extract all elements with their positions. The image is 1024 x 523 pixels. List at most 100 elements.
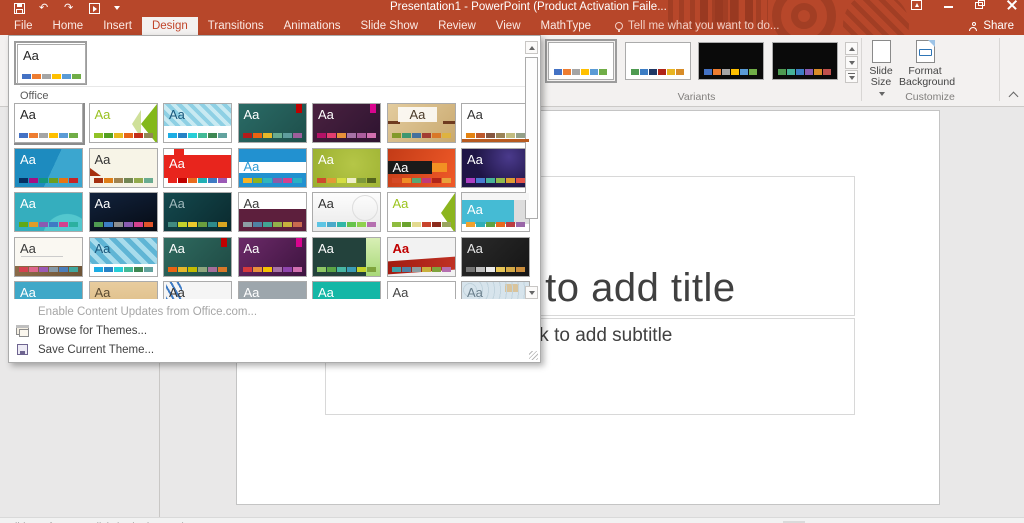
swatch-row <box>19 222 78 227</box>
tab-insert[interactable]: Insert <box>93 17 142 35</box>
share-button[interactable]: Share <box>969 17 1014 35</box>
tab-view[interactable]: View <box>486 17 531 35</box>
theme-row5-pattern[interactable]: Aa <box>461 281 530 299</box>
start-slideshow-icon[interactable] <box>89 2 100 14</box>
variant-thumbnail-1[interactable] <box>545 39 617 83</box>
tab-transitions[interactable]: Transitions <box>198 17 274 35</box>
swatch <box>431 266 441 272</box>
theme-main-event[interactable]: Aa <box>163 147 232 188</box>
theme-aa-glyph: Aa <box>94 107 111 122</box>
variants-more-icon[interactable] <box>845 70 858 83</box>
group-divider <box>999 38 1000 101</box>
theme-quotable[interactable]: Aa <box>14 192 83 232</box>
customize-qat-icon[interactable] <box>114 6 120 10</box>
menu-label: Enable Content Updates from Office.com..… <box>38 305 258 318</box>
gallery-scroll-up-icon[interactable] <box>525 41 538 54</box>
theme-ion-boardroom-variant[interactable]: Aa <box>237 236 307 277</box>
theme-retrospect[interactable]: Aa <box>461 103 530 143</box>
resize-grip[interactable] <box>529 351 538 360</box>
swatch <box>69 266 78 272</box>
title-bar: ↶ ↷ Presentation1 - PowerPoint (Product … <box>0 0 1024 35</box>
theme-slice[interactable]: Aa <box>14 147 83 188</box>
format-background-button[interactable]: Format Background <box>899 38 955 88</box>
theme-banded[interactable]: Aa <box>237 147 307 188</box>
theme-crop-red[interactable]: Aa <box>386 236 456 277</box>
variants-scroll-up-icon[interactable] <box>845 42 858 55</box>
swatch-row <box>466 222 525 227</box>
undo-icon[interactable]: ↶ <box>39 2 50 14</box>
swatch-row <box>391 222 451 227</box>
theme-row5-tan[interactable]: Aa <box>88 281 158 299</box>
save-icon[interactable] <box>14 2 25 14</box>
theme-row5-teal[interactable]: Aa <box>312 281 381 299</box>
swatch <box>421 133 431 138</box>
current-theme[interactable]: Aa <box>14 41 87 85</box>
minimize-icon[interactable] <box>943 0 954 10</box>
theme-wisp[interactable]: Aa <box>88 147 158 188</box>
theme-basis[interactable]: Aa <box>312 147 381 188</box>
swatch <box>218 177 227 183</box>
variant-thumbnail-2[interactable] <box>625 42 691 80</box>
swatch <box>357 222 366 227</box>
swatch <box>143 177 153 183</box>
theme-aa-glyph: Aa <box>169 196 185 211</box>
tab-mathtype[interactable]: MathType <box>531 17 602 35</box>
swatch <box>516 222 525 227</box>
theme-row5-blue[interactable]: Aa <box>14 281 83 299</box>
theme-savon-dark[interactable]: Aa <box>312 236 381 277</box>
variants-scroll-down-icon[interactable] <box>845 56 858 69</box>
theme-dividend[interactable]: Aa <box>237 192 307 232</box>
theme-row5-white[interactable]: Aa <box>386 281 456 299</box>
theme-facet[interactable]: Aa <box>88 103 158 143</box>
theme-office-current[interactable]: Aa <box>17 44 86 84</box>
redo-icon[interactable]: ↷ <box>64 2 75 14</box>
theme-integral-variant[interactable]: Aa <box>88 236 158 277</box>
theme-office[interactable]: Aa <box>14 103 85 145</box>
menu-save-current-theme[interactable]: Save Current Theme... <box>9 340 540 359</box>
theme-organic[interactable]: Aa <box>386 103 456 143</box>
theme-frame-dark[interactable]: Aa <box>461 236 530 277</box>
swatch <box>581 69 589 75</box>
tab-design[interactable]: Design <box>141 17 198 35</box>
ribbon-display-options-icon[interactable] <box>911 0 922 10</box>
theme-ion-boardroom[interactable]: Aa <box>312 103 381 143</box>
tell-me-box[interactable]: Tell me what you want to do... <box>615 17 780 35</box>
swatch <box>631 69 639 75</box>
menu-browse-for-themes[interactable]: Browse for Themes... <box>9 321 540 340</box>
tab-review[interactable]: Review <box>428 17 486 35</box>
theme-aa-glyph: Aa <box>392 285 409 299</box>
swatch <box>590 69 598 75</box>
theme-badge[interactable]: Aa <box>88 192 158 232</box>
swatch <box>113 177 123 183</box>
theme-ion-variant[interactable]: Aa <box>163 236 232 277</box>
swatch <box>367 266 376 272</box>
theme-row5-lines[interactable]: Aa <box>163 281 232 299</box>
close-icon[interactable] <box>1007 0 1018 10</box>
theme-integral[interactable]: Aa <box>163 103 232 143</box>
theme-wood-type[interactable]: Aa <box>14 236 83 277</box>
gallery-scrollbar[interactable] <box>525 41 538 299</box>
theme-celestial[interactable]: Aa <box>461 147 530 188</box>
swatch <box>731 69 739 75</box>
menu-enable-content-updates: Enable Content Updates from Office.com..… <box>9 302 540 321</box>
theme-depth[interactable]: Aa <box>163 192 232 232</box>
theme-mesh[interactable]: Aa <box>312 192 381 232</box>
variant-thumbnail-4[interactable] <box>772 42 838 80</box>
theme-berlin[interactable]: Aa <box>386 147 456 188</box>
tab-home[interactable]: Home <box>43 17 94 35</box>
tab-file[interactable]: File <box>4 17 43 35</box>
slide-size-button[interactable]: Slide Size <box>863 38 899 99</box>
theme-view[interactable]: Aa <box>461 192 530 232</box>
swatch <box>133 133 143 138</box>
variant-thumbnail-3[interactable] <box>698 42 764 80</box>
tab-slide-show[interactable]: Slide Show <box>351 17 429 35</box>
swatch-row <box>317 222 376 227</box>
collapse-ribbon-icon[interactable] <box>1008 91 1019 102</box>
tab-animations[interactable]: Animations <box>274 17 351 35</box>
swatch-row <box>391 133 451 138</box>
theme-savon[interactable]: Aa <box>386 192 456 232</box>
restore-icon[interactable] <box>975 0 986 10</box>
theme-row5-gray[interactable]: Aa <box>237 281 307 299</box>
swatch <box>496 133 505 138</box>
theme-ion[interactable]: Aa <box>237 103 307 143</box>
